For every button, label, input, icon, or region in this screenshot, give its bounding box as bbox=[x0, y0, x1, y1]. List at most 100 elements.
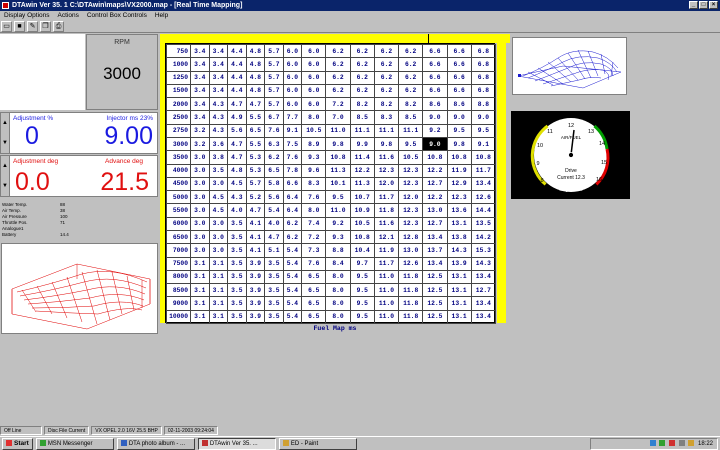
map-cell[interactable]: 3.0 bbox=[190, 163, 210, 178]
map-cell[interactable]: 8.8 bbox=[470, 97, 497, 112]
map-cell[interactable]: 7.3 bbox=[301, 243, 327, 258]
map-cell[interactable]: 10.4 bbox=[349, 243, 375, 258]
map-cell[interactable]: 6.0 bbox=[282, 70, 303, 85]
map-cell[interactable]: 6.2 bbox=[282, 229, 303, 245]
map-cell[interactable]: 7.2 bbox=[325, 97, 351, 112]
map-cell[interactable]: 6.6 bbox=[282, 176, 303, 192]
map-cell[interactable]: 7.7 bbox=[282, 110, 303, 125]
map-cell[interactable]: 6.6 bbox=[422, 83, 448, 99]
map-cell[interactable]: 3.5 bbox=[227, 216, 247, 231]
map-cell[interactable]: 8.3 bbox=[301, 176, 327, 192]
map-cell[interactable]: 13.5 bbox=[470, 216, 497, 231]
map-cell[interactable]: 6.2 bbox=[325, 57, 351, 72]
map-cell[interactable]: 12.2 bbox=[422, 163, 448, 178]
task-paint[interactable]: ED - Paint bbox=[278, 437, 357, 450]
map-cell[interactable]: 9.8 bbox=[446, 136, 472, 152]
map-cell[interactable]: 6.5 bbox=[301, 283, 327, 298]
map-cell[interactable]: 12.2 bbox=[422, 190, 448, 205]
map-cell[interactable]: 6.0 bbox=[301, 43, 327, 59]
map-cell[interactable]: 11.1 bbox=[349, 123, 375, 138]
map-cell[interactable]: 3.0 bbox=[208, 243, 229, 258]
map-cell[interactable]: 13.4 bbox=[422, 229, 448, 245]
task-msn[interactable]: MSN Messenger bbox=[35, 437, 114, 450]
map-cell[interactable]: 7.6 bbox=[264, 123, 284, 138]
map-cell[interactable]: 3.8 bbox=[208, 150, 229, 165]
map-cell[interactable]: 5.4 bbox=[282, 309, 303, 325]
map-cell[interactable]: 13.1 bbox=[446, 296, 472, 311]
map-cell[interactable]: 4.7 bbox=[245, 97, 266, 112]
spin-down-icon[interactable]: ▼ bbox=[1, 133, 9, 153]
map-cell[interactable]: 12.2 bbox=[349, 163, 375, 178]
map-cell[interactable]: 11.6 bbox=[373, 150, 400, 165]
map-cell[interactable]: 3.5 bbox=[208, 163, 229, 178]
map-cell[interactable]: 7.2 bbox=[301, 229, 327, 245]
map-cell[interactable]: 11.3 bbox=[349, 176, 375, 192]
map-cell[interactable]: 3.1 bbox=[208, 283, 229, 298]
map-cell[interactable]: 6.2 bbox=[398, 70, 424, 85]
map-cell[interactable]: 4.8 bbox=[245, 70, 266, 85]
map-cell[interactable]: 3.9 bbox=[245, 269, 266, 285]
map-cell[interactable]: 4.1 bbox=[245, 229, 266, 245]
map-cell[interactable]: 10.9 bbox=[349, 203, 375, 218]
map-cell[interactable]: 3.5 bbox=[227, 296, 247, 311]
map-cell[interactable]: 9.9 bbox=[349, 136, 375, 152]
map-cell[interactable]: 13.1 bbox=[446, 216, 472, 231]
map-cell[interactable]: 12.8 bbox=[398, 229, 424, 245]
map-cell[interactable]: 5.6 bbox=[227, 123, 247, 138]
map-cell[interactable]: 6.6 bbox=[422, 57, 448, 72]
map-cell[interactable]: 5.3 bbox=[245, 150, 266, 165]
map-cell[interactable]: 11.9 bbox=[373, 243, 400, 258]
map-cell[interactable]: 12.3 bbox=[398, 163, 424, 178]
map-cell[interactable]: 12.3 bbox=[398, 216, 424, 231]
map-cell[interactable]: 11.8 bbox=[373, 203, 400, 218]
map-cell[interactable]: 3.9 bbox=[245, 283, 266, 298]
map-cell[interactable]: 4.7 bbox=[227, 150, 247, 165]
map-cell[interactable]: 10.5 bbox=[301, 123, 327, 138]
map-cell[interactable]: 14.3 bbox=[470, 256, 497, 271]
map-cell[interactable]: 3.1 bbox=[190, 296, 210, 311]
map-cell[interactable]: 8.8 bbox=[325, 243, 351, 258]
map-cell[interactable]: 4.4 bbox=[227, 43, 247, 59]
task-photo-album[interactable]: DTA photo album - ... bbox=[116, 437, 195, 450]
map-cell[interactable]: 3.1 bbox=[208, 296, 229, 311]
map-cell[interactable]: 8.0 bbox=[301, 110, 327, 125]
map-cell[interactable]: 8.5 bbox=[398, 110, 424, 125]
map-cell[interactable]: 7.6 bbox=[301, 256, 327, 271]
map-cell[interactable]: 8.9 bbox=[301, 136, 327, 152]
map-cell[interactable]: 3.1 bbox=[190, 256, 210, 271]
map-cell[interactable]: 4.4 bbox=[227, 70, 247, 85]
map-cell[interactable]: 12.1 bbox=[373, 229, 400, 245]
map-cell[interactable]: 3.0 bbox=[190, 190, 210, 205]
map-cell[interactable]: 9.2 bbox=[325, 216, 351, 231]
spin-up-icon[interactable]: ▲ bbox=[1, 113, 9, 133]
map-cell[interactable]: 4.5 bbox=[208, 203, 229, 218]
map-cell[interactable]: 6.8 bbox=[470, 57, 497, 72]
map-cell[interactable]: 6.5 bbox=[301, 296, 327, 311]
map-cell[interactable]: 4.4 bbox=[227, 83, 247, 99]
minimize-button[interactable]: _ bbox=[689, 1, 698, 9]
map-cell[interactable]: 3.4 bbox=[208, 83, 229, 99]
map-cell[interactable]: 9.0 bbox=[470, 110, 497, 125]
map-cell[interactable]: 8.0 bbox=[325, 296, 351, 311]
map-cell[interactable]: 6.2 bbox=[282, 216, 303, 231]
map-cell[interactable]: 12.3 bbox=[398, 203, 424, 218]
map-cell[interactable]: 13.6 bbox=[446, 203, 472, 218]
map-cell[interactable]: 9.0 bbox=[446, 110, 472, 125]
map-cell[interactable]: 11.0 bbox=[373, 296, 400, 311]
map-cell[interactable]: 11.8 bbox=[398, 296, 424, 311]
map-cell[interactable]: 3.4 bbox=[190, 83, 210, 99]
map-cell[interactable]: 4.8 bbox=[227, 163, 247, 178]
map-cell[interactable]: 4.3 bbox=[208, 97, 229, 112]
map-cell[interactable]: 10.8 bbox=[349, 229, 375, 245]
map-cell[interactable]: 5.4 bbox=[282, 256, 303, 271]
map-cell[interactable]: 6.0 bbox=[282, 83, 303, 99]
map-cell[interactable]: 5.5 bbox=[245, 136, 266, 152]
map-cell[interactable]: 13.1 bbox=[446, 283, 472, 298]
map-cell[interactable]: 4.8 bbox=[245, 57, 266, 72]
map-cell[interactable]: 10.8 bbox=[470, 150, 497, 165]
map-cell[interactable]: 6.2 bbox=[325, 70, 351, 85]
map-cell[interactable]: 8.0 bbox=[325, 269, 351, 285]
map-cell[interactable]: 4.0 bbox=[264, 216, 284, 231]
map-cell[interactable]: 9.3 bbox=[325, 229, 351, 245]
app-icon[interactable] bbox=[2, 2, 9, 9]
